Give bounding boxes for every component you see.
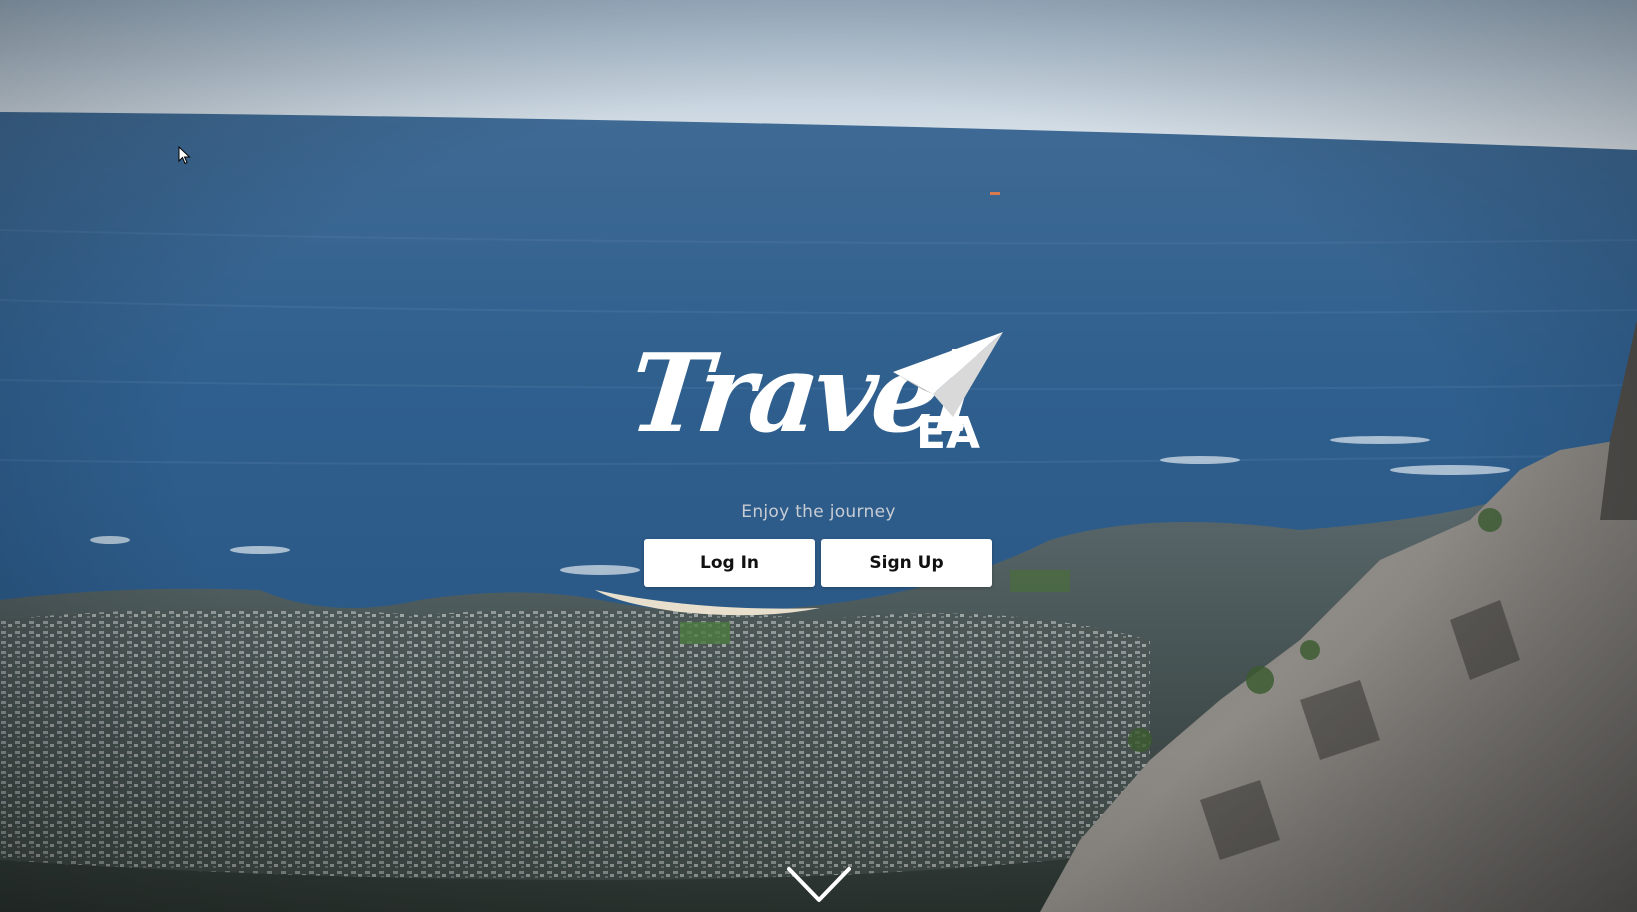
tagline: Enjoy the journey bbox=[741, 502, 896, 522]
paper-plane-icon bbox=[893, 332, 1013, 436]
travelea-logo: Travel EA bbox=[623, 331, 1008, 475]
login-button[interactable]: Log In bbox=[644, 539, 815, 587]
mouse-pointer-icon bbox=[178, 145, 192, 170]
hero-section: Travel EA Enjoy the journey Log In Sign … bbox=[0, 0, 1637, 912]
signup-button[interactable]: Sign Up bbox=[821, 539, 992, 587]
chevron-down-icon[interactable] bbox=[786, 866, 852, 906]
